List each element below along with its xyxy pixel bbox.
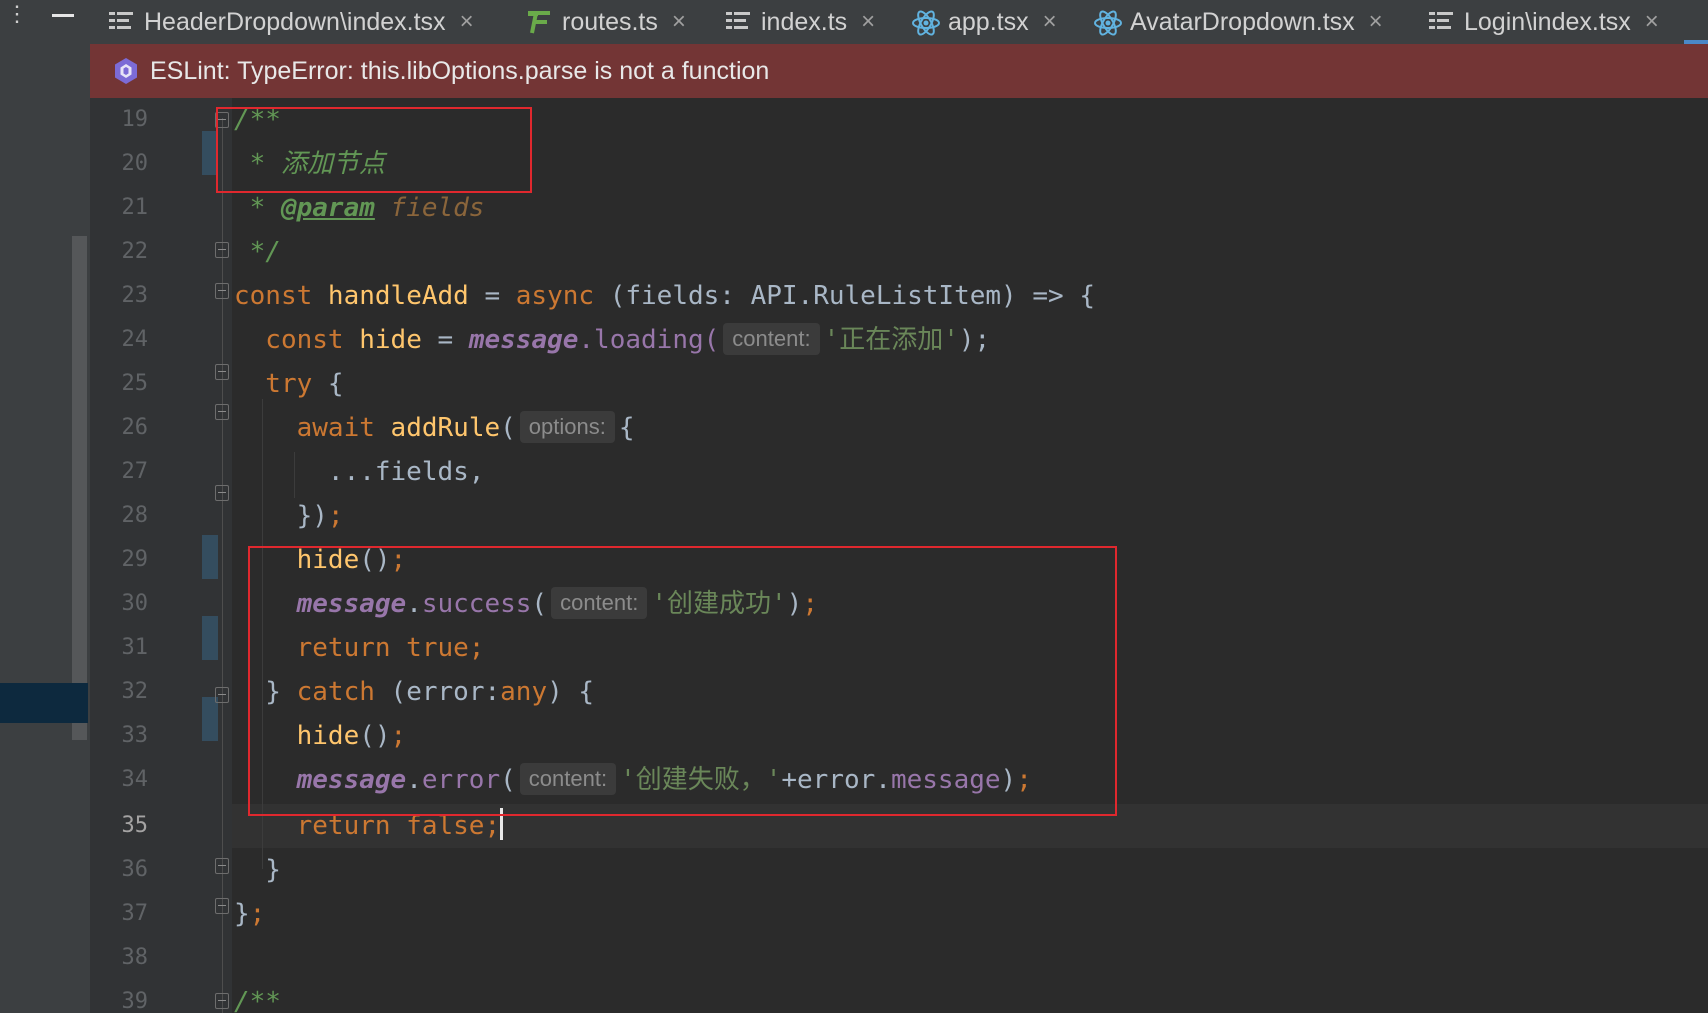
line-number: 33	[121, 723, 149, 748]
code-text: const hide = message.loading(content: '正在…	[234, 323, 991, 355]
code-line: 28 });	[90, 494, 1708, 538]
code-line: 39 /**	[90, 980, 1708, 1013]
error-message: ESLint: TypeError: this.libOptions.parse…	[150, 56, 770, 85]
code-text: });	[234, 501, 344, 531]
line-number: 39	[121, 989, 149, 1013]
line-number: 30	[121, 591, 149, 616]
line-number: 35	[121, 813, 149, 838]
line-number: 20	[121, 151, 149, 176]
react-icon	[1094, 9, 1122, 36]
code-text: const handleAdd = async (fields: API.Rul…	[234, 281, 1095, 311]
structure-icon	[725, 9, 751, 35]
tab-label: routes.ts	[562, 7, 658, 36]
more-options-icon[interactable]: ⋮	[6, 3, 28, 34]
line-number: 27	[121, 459, 149, 484]
line-number: 32	[121, 679, 149, 704]
left-tool-strip: ⋮	[0, 0, 90, 1013]
tab-label: AvatarDropdown.tsx	[1130, 7, 1355, 36]
code-line: 24 const hide = message.loading(content:…	[90, 318, 1708, 362]
close-icon[interactable]: ×	[861, 8, 875, 36]
tab-app-tsx[interactable]: app.tsx ×	[912, 0, 1057, 44]
code-line: 38	[90, 936, 1708, 980]
structure-icon	[1428, 9, 1454, 35]
line-number: 25	[121, 371, 149, 396]
code-text: ...fields,	[234, 457, 485, 487]
tab-login-index[interactable]: Login\index.tsx ×	[1428, 0, 1659, 44]
code-line: 23 const handleAdd = async (fields: API.…	[90, 274, 1708, 318]
parameter-hint: content:	[723, 323, 820, 355]
code-text: }	[234, 855, 281, 885]
tab-headerdropdown-index[interactable]: HeaderDropdown\index.tsx ×	[108, 0, 474, 44]
minimize-icon[interactable]	[52, 14, 74, 17]
line-number: 37	[121, 901, 149, 926]
tab-label: app.tsx	[948, 7, 1029, 36]
code-text: try {	[234, 369, 344, 399]
code-line: 22 */	[90, 230, 1708, 274]
line-number: 38	[121, 945, 149, 970]
code-line: 26 await addRule(options:{	[90, 406, 1708, 450]
line-number: 34	[121, 767, 149, 792]
selected-row-indicator	[0, 683, 88, 723]
eslint-icon	[112, 57, 140, 85]
line-number: 31	[121, 635, 149, 660]
line-number: 26	[121, 415, 149, 440]
eslint-error-banner: ESLint: TypeError: this.libOptions.parse…	[90, 44, 1708, 99]
code-text: };	[234, 899, 266, 929]
annotation-box-code	[248, 546, 1117, 816]
tab-label: Login\index.tsx	[1464, 7, 1631, 36]
line-number: 29	[121, 547, 149, 572]
line-number: 22	[121, 239, 149, 264]
line-number: 24	[121, 327, 149, 352]
tab-avatardropdown[interactable]: AvatarDropdown.tsx ×	[1094, 0, 1383, 44]
tab-routes[interactable]: routes.ts ×	[526, 0, 686, 44]
close-icon[interactable]: ×	[1645, 8, 1659, 36]
close-icon[interactable]: ×	[460, 8, 474, 36]
code-text: await addRule(options:{	[234, 411, 635, 443]
react-icon	[912, 9, 940, 36]
routes-icon	[526, 9, 552, 35]
tab-label: HeaderDropdown\index.tsx	[144, 7, 446, 36]
annotation-box-comment	[216, 107, 532, 193]
code-line: 27 ...fields,	[90, 450, 1708, 494]
line-number: 19	[121, 107, 149, 132]
line-number: 36	[121, 857, 149, 882]
tab-label: index.ts	[761, 7, 848, 36]
line-number: 21	[121, 195, 149, 220]
editor-tab-bar: HeaderDropdown\index.tsx × routes.ts × i…	[90, 0, 1708, 45]
code-line: 25 try {	[90, 362, 1708, 406]
structure-icon	[108, 9, 134, 35]
code-line: 37 };	[90, 892, 1708, 936]
line-number: 28	[121, 503, 149, 528]
code-text: */	[234, 237, 281, 267]
tab-index-ts[interactable]: index.ts ×	[725, 0, 875, 44]
close-icon[interactable]: ×	[1369, 8, 1383, 36]
code-editor[interactable]: 19 /** 20 * 添加节点 21 * @param fields 22 *…	[90, 98, 1708, 1013]
code-line: 36 }	[90, 848, 1708, 892]
line-number: 23	[121, 283, 149, 308]
code-text: /**	[234, 987, 281, 1013]
close-icon[interactable]: ×	[672, 8, 686, 36]
close-icon[interactable]: ×	[1043, 8, 1057, 36]
parameter-hint: options:	[519, 411, 615, 443]
panel-scrollbar[interactable]	[72, 236, 87, 740]
